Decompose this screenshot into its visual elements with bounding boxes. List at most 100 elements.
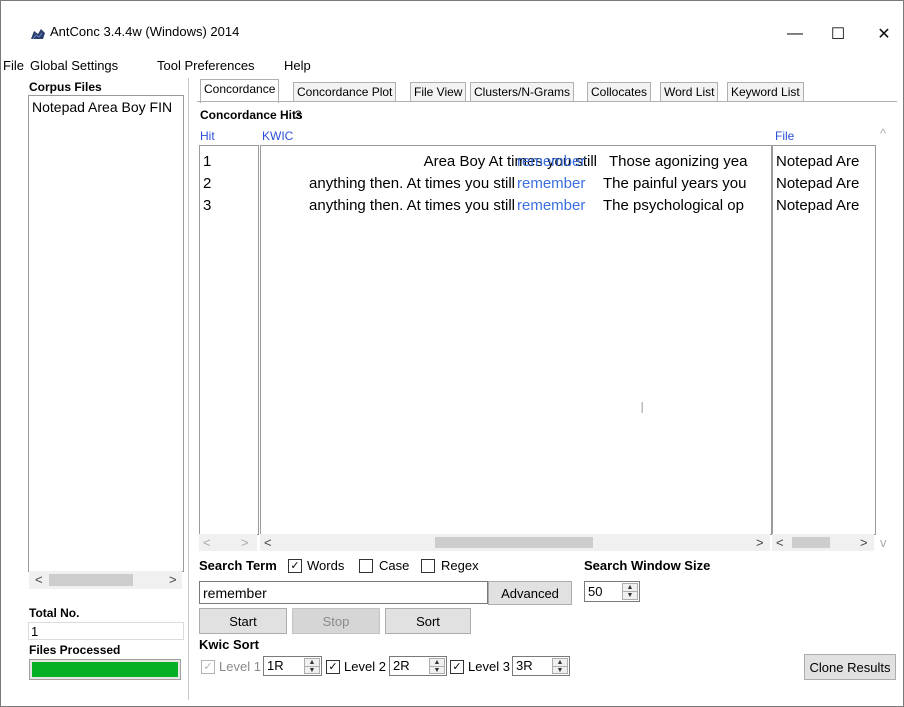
kwic-column[interactable]: Area Boy At times you still remember Tho…: [260, 145, 772, 535]
close-button[interactable]: ✕: [864, 15, 904, 53]
sort-button[interactable]: Sort: [385, 608, 471, 634]
text-cursor-icon: I: [640, 400, 645, 417]
corpus-files-hscrollbar[interactable]: < >: [29, 571, 182, 589]
start-button[interactable]: Start: [199, 608, 287, 634]
progress-fill: [32, 662, 178, 677]
scroll-thumb[interactable]: [435, 537, 593, 548]
file-cell: Notepad Are: [776, 197, 860, 214]
hit-number: 1: [203, 153, 212, 170]
spin-down-icon[interactable]: ▼: [429, 666, 445, 674]
search-window-size-value: 50: [588, 584, 603, 599]
level1-value: 1R: [267, 658, 284, 673]
menu-global-settings[interactable]: Global Settings: [30, 56, 118, 76]
column-header-hit[interactable]: Hit: [200, 129, 215, 143]
tab-collocates[interactable]: Collocates: [587, 82, 652, 102]
concordance-hits-count: 3: [295, 108, 302, 122]
menu-help[interactable]: Help: [284, 56, 311, 76]
hit-number: 2: [203, 175, 212, 192]
level2-label: Level 2: [344, 659, 386, 674]
tab-file-view[interactable]: File View: [410, 82, 467, 102]
hit-hscrollbar[interactable]: < >: [199, 534, 257, 551]
scroll-right-icon[interactable]: >: [860, 534, 868, 551]
case-checkbox[interactable]: [359, 559, 373, 573]
stop-button[interactable]: Stop: [292, 608, 380, 634]
concordance-hits-label: Concordance Hits: [200, 108, 303, 122]
column-header-file[interactable]: File: [775, 129, 794, 143]
tab-concordance-plot[interactable]: Concordance Plot: [293, 82, 397, 102]
words-label: Words: [307, 558, 345, 573]
menu-file[interactable]: File: [3, 56, 24, 76]
search-window-size-label: Search Window Size: [584, 558, 711, 573]
scroll-right-icon[interactable]: >: [241, 534, 249, 551]
kwic-right-context: Those agonizing yea: [609, 153, 748, 170]
words-checkbox[interactable]: ✓: [288, 559, 302, 573]
spin-down-icon[interactable]: ▼: [304, 666, 320, 674]
total-no-label: Total No.: [29, 606, 80, 620]
file-column[interactable]: Notepad Are Notepad Are Notepad Are: [772, 145, 876, 535]
level2-value: 2R: [393, 658, 410, 673]
clone-results-button[interactable]: Clone Results: [804, 654, 896, 680]
corpus-files-list[interactable]: Notepad Area Boy FIN: [28, 95, 184, 572]
menu-bar: File Global Settings Tool Preferences He…: [1, 56, 901, 76]
total-no-value: 1: [31, 624, 39, 639]
search-term-input[interactable]: [199, 581, 488, 604]
level3-checkbox[interactable]: ✓: [450, 660, 464, 674]
window-title: AntConc 3.4.4w (Windows) 2014: [50, 24, 240, 39]
kwic-right-context: The psychological op: [603, 197, 744, 214]
scroll-up-icon[interactable]: ^: [880, 126, 886, 141]
search-term-label: Search Term: [199, 558, 277, 573]
kwic-keyword[interactable]: remember: [517, 195, 585, 217]
files-processed-progress: [29, 659, 181, 680]
regex-checkbox[interactable]: [421, 559, 435, 573]
minimize-button[interactable]: —: [775, 15, 815, 53]
kwic-sort-label: Kwic Sort: [199, 637, 259, 652]
file-cell: Notepad Are: [776, 175, 860, 192]
scroll-right-icon[interactable]: >: [169, 571, 177, 588]
hit-column[interactable]: 1 2 3: [199, 145, 259, 535]
corpus-file-item[interactable]: Notepad Area Boy FIN: [32, 99, 180, 115]
column-header-kwic[interactable]: KWIC: [262, 129, 293, 143]
spin-down-icon[interactable]: ▼: [552, 666, 568, 674]
level1-label: Level 1: [219, 659, 261, 674]
case-label: Case: [379, 558, 410, 573]
scroll-right-icon[interactable]: >: [756, 534, 764, 551]
level3-value: 3R: [516, 658, 533, 673]
kwic-keyword[interactable]: remember: [517, 173, 585, 195]
kwic-right-context: The painful years you: [603, 175, 747, 192]
tab-panel-border: [197, 101, 897, 102]
scroll-thumb[interactable]: [792, 537, 830, 548]
level1-spinner[interactable]: 1R ▲ ▼: [263, 656, 322, 676]
corpus-files-label: Corpus Files: [29, 80, 102, 94]
scroll-left-icon[interactable]: <: [264, 534, 272, 551]
tab-word-list[interactable]: Word List: [660, 82, 719, 102]
advanced-button[interactable]: Advanced: [488, 581, 572, 605]
file-hscrollbar[interactable]: < >: [772, 534, 874, 551]
kwic-keyword[interactable]: remember: [517, 151, 585, 173]
hit-number: 3: [203, 197, 212, 214]
scroll-left-icon[interactable]: <: [203, 534, 211, 551]
search-window-size-spinner[interactable]: 50 ▲ ▼: [584, 581, 640, 602]
scroll-down-icon[interactable]: v: [880, 535, 887, 550]
tab-concordance[interactable]: Concordance: [200, 79, 280, 103]
kwic-left-context: anything then. At times you still: [309, 175, 515, 192]
kwic-hscrollbar[interactable]: < >: [260, 534, 770, 551]
kwic-left-context: anything then. At times you still: [309, 197, 515, 214]
tab-clusters-ngrams[interactable]: Clusters/N-Grams: [470, 82, 575, 102]
maximize-button[interactable]: ☐: [818, 15, 858, 53]
total-no-field: 1: [28, 622, 184, 640]
scroll-left-icon[interactable]: <: [35, 571, 43, 588]
spin-down-icon[interactable]: ▼: [622, 591, 638, 600]
level2-checkbox[interactable]: ✓: [326, 660, 340, 674]
regex-label: Regex: [441, 558, 479, 573]
level3-spinner[interactable]: 3R ▲ ▼: [512, 656, 570, 676]
file-cell: Notepad Are: [776, 153, 860, 170]
level1-checkbox[interactable]: ✓: [201, 660, 215, 674]
panel-divider: [188, 78, 189, 700]
tab-keyword-list[interactable]: Keyword List: [727, 82, 804, 102]
level2-spinner[interactable]: 2R ▲ ▼: [389, 656, 447, 676]
scroll-left-icon[interactable]: <: [776, 534, 784, 551]
files-processed-label: Files Processed: [29, 643, 121, 657]
app-icon: [31, 29, 45, 40]
scroll-thumb[interactable]: [49, 574, 133, 586]
menu-tool-preferences[interactable]: Tool Preferences: [157, 56, 255, 76]
